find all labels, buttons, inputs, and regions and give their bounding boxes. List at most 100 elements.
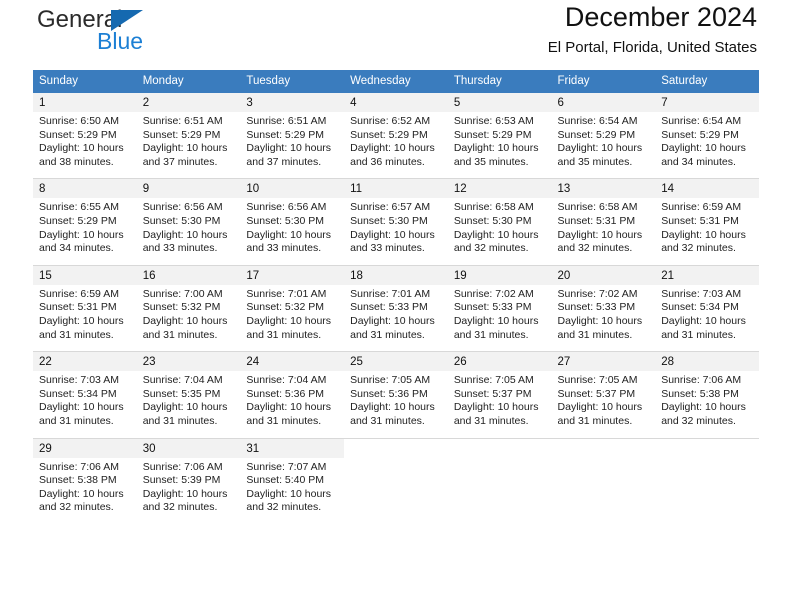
day-number[interactable]: 8: [33, 178, 137, 199]
daylight-text-line1: Daylight: 10 hours: [453, 228, 539, 241]
day-cell[interactable]: Sunrise: 7:01 AM Sunset: 5:33 PM Dayligh…: [344, 284, 448, 352]
day-number[interactable]: 6: [551, 93, 656, 112]
day-cell[interactable]: Sunrise: 6:58 AM Sunset: 5:31 PM Dayligh…: [551, 198, 656, 266]
day-cell[interactable]: Sunrise: 6:52 AM Sunset: 5:29 PM Dayligh…: [344, 112, 448, 179]
week-row-details: Sunrise: 6:59 AM Sunset: 5:31 PM Dayligh…: [33, 284, 759, 352]
daylight-text-line2: and 31 minutes.: [661, 328, 736, 341]
day-number[interactable]: 20: [551, 264, 656, 285]
day-number[interactable]: 28: [655, 351, 759, 372]
day-cell[interactable]: Sunrise: 6:51 AM Sunset: 5:29 PM Dayligh…: [240, 112, 345, 179]
day-cell-empty: [344, 457, 448, 524]
day-cell[interactable]: Sunrise: 7:00 AM Sunset: 5:32 PM Dayligh…: [136, 284, 241, 352]
day-cell[interactable]: Sunrise: 6:55 AM Sunset: 5:29 PM Dayligh…: [33, 198, 137, 266]
day-cell[interactable]: Sunrise: 6:58 AM Sunset: 5:30 PM Dayligh…: [447, 198, 552, 266]
day-cell[interactable]: Sunrise: 7:07 AM Sunset: 5:40 PM Dayligh…: [240, 457, 345, 524]
daylight-text-line2: and 33 minutes.: [350, 242, 425, 255]
day-number[interactable]: 3: [240, 93, 345, 112]
daylight-text-line2: and 32 minutes.: [246, 501, 322, 514]
day-number-empty: [447, 437, 552, 458]
sunset-text: Sunset: 5:29 PM: [39, 128, 117, 141]
day-number[interactable]: 27: [551, 351, 656, 372]
week-row-daynumbers: 15 16 17 18 19 20 21: [33, 264, 759, 285]
daylight-text-line2: and 32 minutes.: [39, 501, 114, 514]
sunrise-text: Sunrise: 6:53 AM: [453, 115, 534, 127]
daylight-text-line2: and 38 minutes.: [39, 155, 114, 168]
daylight-text-line1: Daylight: 10 hours: [246, 314, 332, 327]
day-number[interactable]: 5: [447, 93, 552, 112]
sunrise-text: Sunrise: 6:51 AM: [246, 115, 327, 127]
day-cell[interactable]: Sunrise: 7:05 AM Sunset: 5:36 PM Dayligh…: [344, 371, 448, 438]
day-cell[interactable]: Sunrise: 7:05 AM Sunset: 5:37 PM Dayligh…: [447, 371, 552, 438]
sunrise-text: Sunrise: 6:57 AM: [350, 201, 431, 214]
day-cell[interactable]: Sunrise: 7:06 AM Sunset: 5:39 PM Dayligh…: [136, 457, 241, 524]
daylight-text-line2: and 31 minutes.: [557, 328, 633, 341]
daylight-text-line1: Daylight: 10 hours: [142, 228, 228, 241]
day-cell[interactable]: Sunrise: 6:56 AM Sunset: 5:30 PM Dayligh…: [240, 198, 345, 266]
day-cell[interactable]: Sunrise: 7:04 AM Sunset: 5:36 PM Dayligh…: [240, 371, 345, 438]
sunset-text: Sunset: 5:29 PM: [350, 128, 428, 141]
daylight-text-line2: and 32 minutes.: [142, 501, 218, 514]
day-number[interactable]: 1: [33, 93, 137, 112]
day-number[interactable]: 14: [655, 178, 759, 199]
day-cell[interactable]: Sunrise: 6:54 AM Sunset: 5:29 PM Dayligh…: [655, 112, 759, 179]
day-number-empty: [344, 437, 448, 458]
day-cell[interactable]: Sunrise: 7:02 AM Sunset: 5:33 PM Dayligh…: [551, 284, 656, 352]
sunrise-text: Sunrise: 6:50 AM: [39, 115, 119, 127]
sunset-text: Sunset: 5:30 PM: [350, 214, 428, 227]
day-number[interactable]: 23: [136, 351, 241, 372]
day-number[interactable]: 16: [136, 264, 241, 285]
day-cell[interactable]: Sunrise: 6:51 AM Sunset: 5:29 PM Dayligh…: [136, 112, 241, 179]
day-number[interactable]: 22: [33, 351, 137, 372]
daylight-text-line2: and 31 minutes.: [142, 414, 218, 427]
sunset-text: Sunset: 5:31 PM: [557, 214, 636, 227]
day-cell[interactable]: Sunrise: 7:03 AM Sunset: 5:34 PM Dayligh…: [33, 371, 137, 438]
day-number[interactable]: 2: [136, 93, 241, 112]
day-cell[interactable]: Sunrise: 6:53 AM Sunset: 5:29 PM Dayligh…: [447, 112, 552, 179]
day-number[interactable]: 31: [240, 437, 345, 458]
day-number[interactable]: 30: [136, 437, 241, 458]
day-cell[interactable]: Sunrise: 7:04 AM Sunset: 5:35 PM Dayligh…: [136, 371, 241, 438]
day-cell[interactable]: Sunrise: 7:05 AM Sunset: 5:37 PM Dayligh…: [551, 371, 656, 438]
day-number[interactable]: 18: [344, 264, 448, 285]
day-cell[interactable]: Sunrise: 6:50 AM Sunset: 5:29 PM Dayligh…: [33, 112, 137, 179]
day-number[interactable]: 26: [447, 351, 552, 372]
week-row-daynumbers: 8 9 10 11 12 13 14: [33, 178, 759, 199]
daylight-text-line1: Daylight: 10 hours: [39, 142, 124, 155]
sunrise-text: Sunrise: 6:59 AM: [39, 287, 119, 300]
sunrise-sunset-calendar: Sunday Monday Tuesday Wednesday Thursday…: [33, 70, 759, 524]
day-number[interactable]: 19: [447, 264, 552, 285]
daylight-text-line1: Daylight: 10 hours: [557, 314, 643, 327]
day-cell[interactable]: Sunrise: 7:01 AM Sunset: 5:32 PM Dayligh…: [240, 284, 345, 352]
day-cell-empty: [551, 457, 656, 524]
day-number[interactable]: 9: [136, 178, 241, 199]
day-number[interactable]: 29: [33, 437, 137, 458]
sunrise-text: Sunrise: 7:05 AM: [557, 374, 638, 387]
day-number[interactable]: 11: [344, 178, 448, 199]
day-number[interactable]: 4: [344, 93, 448, 112]
daylight-text-line1: Daylight: 10 hours: [142, 401, 228, 414]
sunset-text: Sunset: 5:36 PM: [350, 387, 428, 400]
day-cell[interactable]: Sunrise: 6:54 AM Sunset: 5:29 PM Dayligh…: [551, 112, 656, 179]
day-number[interactable]: 7: [655, 93, 759, 112]
sunset-text: Sunset: 5:35 PM: [142, 387, 221, 400]
week-row-details: Sunrise: 7:03 AM Sunset: 5:34 PM Dayligh…: [33, 371, 759, 438]
day-cell[interactable]: Sunrise: 7:02 AM Sunset: 5:33 PM Dayligh…: [447, 284, 552, 352]
day-number[interactable]: 15: [33, 264, 137, 285]
generalblue-logo[interactable]: General Blue: [37, 6, 237, 62]
day-cell[interactable]: Sunrise: 6:57 AM Sunset: 5:30 PM Dayligh…: [344, 198, 448, 266]
day-number[interactable]: 12: [447, 178, 552, 199]
day-cell[interactable]: Sunrise: 7:06 AM Sunset: 5:38 PM Dayligh…: [655, 371, 759, 438]
sunrise-text: Sunrise: 7:01 AM: [350, 287, 431, 300]
day-cell[interactable]: Sunrise: 6:59 AM Sunset: 5:31 PM Dayligh…: [655, 198, 759, 266]
day-cell[interactable]: Sunrise: 7:06 AM Sunset: 5:38 PM Dayligh…: [33, 457, 137, 524]
day-cell[interactable]: Sunrise: 6:59 AM Sunset: 5:31 PM Dayligh…: [33, 284, 137, 352]
day-number[interactable]: 25: [344, 351, 448, 372]
weekday-header-sunday: Sunday: [33, 70, 137, 93]
day-cell[interactable]: Sunrise: 6:56 AM Sunset: 5:30 PM Dayligh…: [136, 198, 241, 266]
day-cell[interactable]: Sunrise: 7:03 AM Sunset: 5:34 PM Dayligh…: [655, 284, 759, 352]
day-number[interactable]: 17: [240, 264, 345, 285]
day-number[interactable]: 10: [240, 178, 345, 199]
day-number[interactable]: 24: [240, 351, 345, 372]
day-number[interactable]: 13: [551, 178, 656, 199]
day-number[interactable]: 21: [655, 264, 759, 285]
